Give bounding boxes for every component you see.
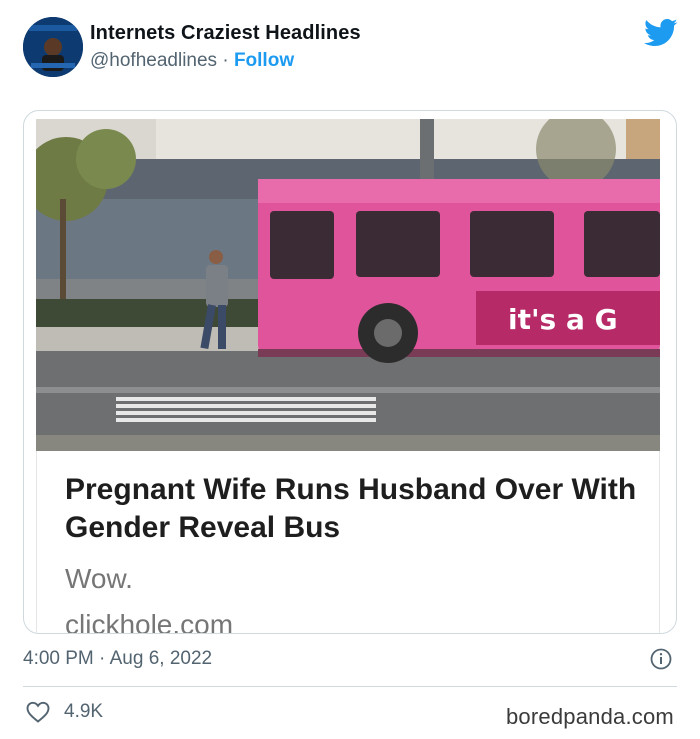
author-handle-row: @hofheadlines · Follow [90, 50, 294, 72]
tweet-time: 4:00 PM [23, 648, 94, 669]
card-text-area: Pregnant Wife Runs Husband Over With Gen… [36, 451, 660, 633]
follow-button[interactable]: Follow [234, 50, 294, 71]
footer-divider [23, 686, 677, 687]
like-count: 4.9K [64, 701, 104, 722]
author-avatar[interactable] [23, 17, 83, 77]
author-handle[interactable]: @hofheadlines [90, 50, 217, 71]
headline-photo: it's a G [36, 119, 660, 451]
info-icon[interactable] [650, 648, 672, 670]
link-card[interactable]: it's a G Pregnant Wife Runs Husband Over… [23, 110, 677, 634]
boredpanda-watermark: boredpanda.com [506, 704, 674, 729]
card-dek: Wow. [65, 563, 133, 594]
tweet-date: Aug 6, 2022 [109, 648, 213, 669]
bus-slogan: it's a G [508, 303, 618, 336]
card-headline[interactable]: Pregnant Wife Runs Husband Over With Gen… [65, 471, 645, 547]
heart-icon[interactable] [25, 700, 51, 724]
tweet-timestamp[interactable]: 4:00 PM · Aug 6, 2022 [23, 648, 212, 670]
author-display-name[interactable]: Internets Craziest Headlines [90, 22, 361, 45]
timestamp-separator: · [99, 648, 106, 669]
card-domain[interactable]: clickhole.com [65, 609, 233, 633]
handle-separator: · [222, 50, 229, 71]
twitter-bird-icon[interactable] [644, 18, 678, 48]
